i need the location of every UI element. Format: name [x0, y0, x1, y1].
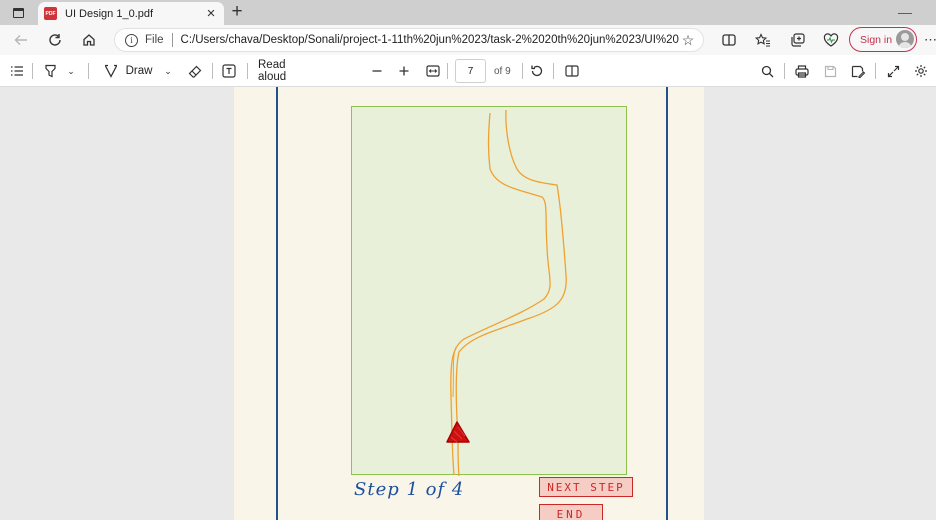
step-progress-text: Step 1 of 4: [354, 479, 465, 500]
toolbar-divider: [522, 63, 523, 79]
save-as-icon[interactable]: [849, 61, 867, 81]
page-count-label: of 9: [494, 66, 511, 77]
map-screen-sketch: [351, 106, 627, 476]
url-text[interactable]: C:/Users/chava/Desktop/Sonali/project-1-…: [181, 34, 679, 46]
home-icon[interactable]: [78, 30, 100, 50]
toolbar-divider: [212, 63, 213, 79]
draw-pen-icon[interactable]: [101, 61, 121, 81]
favorite-star-icon[interactable]: ☆: [679, 32, 697, 49]
zoom-in-icon[interactable]: [395, 61, 413, 81]
pdf-file-icon: PDF: [44, 7, 57, 20]
tab-close-icon[interactable]: ×: [202, 6, 220, 21]
address-divider: [171, 33, 173, 47]
toolbar-divider: [247, 63, 248, 79]
favorites-icon[interactable]: [752, 30, 774, 50]
more-options-icon[interactable]: ⋯: [924, 32, 936, 48]
page-margin-line-left: [276, 87, 278, 520]
sign-in-button[interactable]: Sign in: [849, 27, 917, 52]
rotate-icon[interactable]: [528, 61, 546, 81]
split-screen-icon[interactable]: [718, 30, 740, 50]
read-aloud-button[interactable]: Read aloud: [258, 59, 314, 83]
collections-icon[interactable]: [786, 30, 808, 50]
page-margin-line-right: [666, 87, 668, 520]
eraser-icon[interactable]: [185, 61, 205, 81]
site-info-icon[interactable]: i: [125, 33, 138, 47]
file-scheme-label: File: [145, 34, 164, 46]
browser-essentials-icon[interactable]: [820, 30, 842, 50]
tab-title: UI Design 1_0.pdf: [65, 7, 154, 20]
pdf-viewer[interactable]: Step 1 of 4 NEXT STEP END: [0, 87, 936, 520]
table-of-contents-icon[interactable]: [8, 61, 26, 81]
tab-actions-icon[interactable]: [8, 4, 28, 21]
end-button[interactable]: END: [539, 504, 603, 520]
toolbar-divider: [447, 63, 448, 79]
text-box-icon[interactable]: [219, 61, 239, 81]
page-number-input[interactable]: 7: [455, 59, 486, 83]
location-marker-icon: [446, 421, 470, 443]
draw-chevron-down-icon[interactable]: ⌄: [161, 61, 175, 81]
fullscreen-icon[interactable]: [884, 61, 902, 81]
search-icon[interactable]: [758, 61, 776, 81]
toolbar-divider: [553, 63, 554, 79]
save-icon[interactable]: [821, 61, 839, 81]
toolbar-divider: [32, 63, 33, 79]
highlight-icon[interactable]: [40, 61, 60, 81]
print-icon[interactable]: [793, 61, 811, 81]
refresh-icon[interactable]: [44, 30, 66, 50]
next-step-button[interactable]: NEXT STEP: [539, 477, 633, 497]
pdf-toolbar: ⌄ Draw ⌄ Read aloud 7 of 9: [0, 55, 936, 87]
avatar: [896, 30, 914, 48]
sign-in-label: Sign in: [860, 33, 893, 46]
toolbar-divider: [784, 63, 785, 79]
toolbar-divider: [88, 63, 89, 79]
pdf-page: Step 1 of 4 NEXT STEP END: [234, 87, 704, 520]
new-tab-button[interactable]: +: [226, 2, 248, 22]
tab-strip: PDF UI Design 1_0.pdf × + —: [0, 0, 936, 25]
highlight-chevron-down-icon[interactable]: ⌄: [64, 61, 78, 81]
zoom-out-icon[interactable]: [368, 61, 386, 81]
back-arrow-icon[interactable]: [10, 30, 32, 50]
address-bar[interactable]: i File C:/Users/chava/Desktop/Sonali/pro…: [114, 28, 704, 52]
toolbar-divider: [875, 63, 876, 79]
page-view-icon[interactable]: [563, 61, 581, 81]
navigation-bar: i File C:/Users/chava/Desktop/Sonali/pro…: [0, 25, 936, 55]
draw-label[interactable]: Draw: [124, 61, 154, 81]
fit-to-page-icon[interactable]: [424, 61, 442, 81]
minimize-button[interactable]: —: [898, 4, 912, 20]
route-road-sketch: [450, 109, 567, 476]
tab-ui-design-pdf[interactable]: PDF UI Design 1_0.pdf ×: [38, 2, 224, 25]
settings-gear-icon[interactable]: [912, 61, 930, 81]
